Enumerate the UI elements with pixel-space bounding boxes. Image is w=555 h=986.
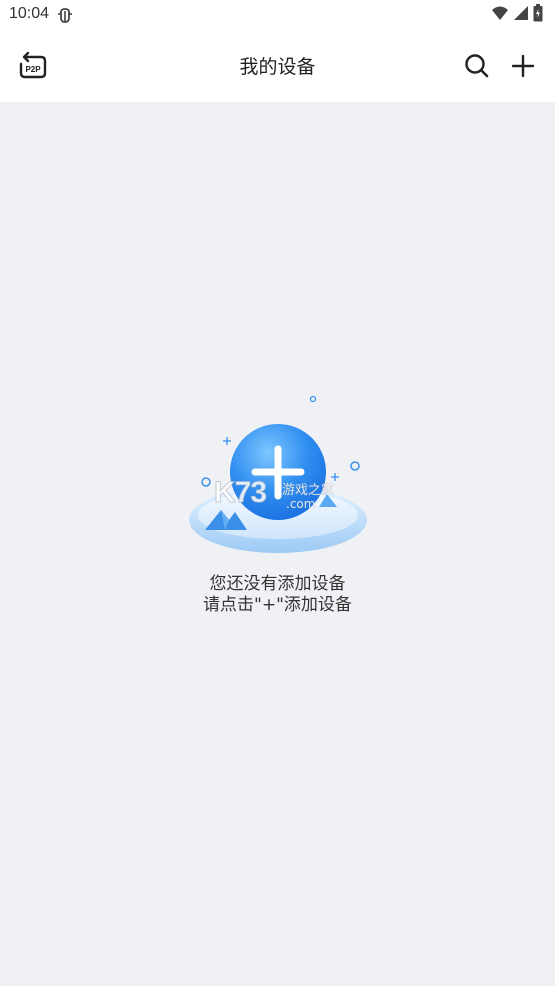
add-device-illustration[interactable] [183, 390, 373, 560]
add-device-button[interactable] [508, 51, 538, 81]
cellular-signal-icon [513, 5, 529, 25]
empty-state-line-2: 请点击"+"添加设备 [203, 595, 352, 615]
add-icon [508, 54, 538, 85]
bug-icon [56, 6, 74, 24]
empty-state-message: 您还没有添加设备 请点击"+"添加设备 [0, 574, 555, 616]
wifi-icon [491, 5, 509, 25]
search-button[interactable] [462, 51, 492, 81]
status-bar: 10:04 [0, 0, 555, 30]
screen: 10:04 P2P 我的设备 K73 游戏之家 .com 您还没有添加设备 请点… [0, 0, 555, 986]
battery-icon [533, 4, 543, 26]
status-icons [491, 4, 543, 26]
app-header: P2P 我的设备 [0, 30, 555, 102]
status-time: 10:04 [9, 5, 50, 22]
empty-state-line-1: 您还没有添加设备 [209, 574, 346, 594]
search-icon [462, 54, 492, 85]
